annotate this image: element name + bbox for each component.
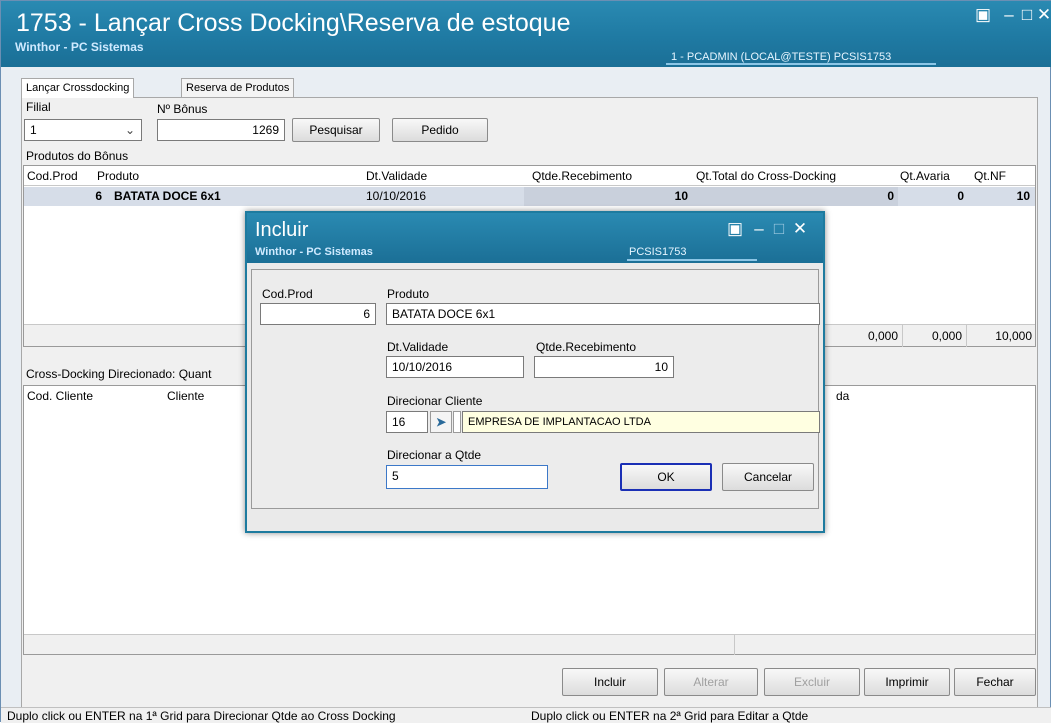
dialog-validade-label: Dt.Validade bbox=[387, 340, 449, 354]
user-info-underline bbox=[666, 63, 936, 65]
nf-sum: 10,000 bbox=[995, 329, 1032, 343]
pesquisar-button[interactable]: Pesquisar bbox=[292, 118, 380, 142]
total-cross-sum: 0,000 bbox=[867, 329, 898, 343]
dialog-cliente-label: Direcionar Cliente bbox=[387, 394, 483, 408]
filial-label: Filial bbox=[26, 100, 51, 114]
row-total-cross: 0 bbox=[887, 189, 894, 203]
row-avaria: 0 bbox=[957, 189, 964, 203]
dialog-produto-label: Produto bbox=[387, 287, 430, 301]
status-right: Duplo click ou ENTER na 2ª Grid para Edi… bbox=[531, 709, 809, 723]
restore-icon[interactable]: ▣ bbox=[723, 219, 747, 239]
close-icon[interactable]: ✕ bbox=[1032, 5, 1051, 25]
dialog-code: PCSIS1753 bbox=[629, 246, 687, 258]
lookup-icon[interactable]: ➤ bbox=[430, 411, 452, 433]
dialog-receb-field[interactable]: 10 bbox=[534, 356, 674, 378]
col-qtde-recebimento[interactable]: Qtde.Recebimento bbox=[532, 169, 632, 183]
table-row[interactable]: 6 BATATA DOCE 6x1 10/10/2016 10 0 0 10 bbox=[24, 187, 1035, 206]
dialog-cod-prod-field[interactable]: 6 bbox=[260, 303, 376, 325]
produtos-grid-label: Produtos do Bônus bbox=[26, 149, 129, 163]
dialog-validade-field[interactable]: 10/10/2016 bbox=[386, 356, 524, 378]
dialog-body: Cod.Prod 6 Produto BATATA DOCE 6x1 Dt.Va… bbox=[251, 269, 820, 509]
excluir-button[interactable]: Excluir bbox=[764, 668, 860, 696]
row-produto: BATATA DOCE 6x1 bbox=[114, 189, 221, 203]
title-bar: 1753 - Lançar Cross Docking\Reserva de e… bbox=[1, 1, 1051, 67]
pedido-button[interactable]: Pedido bbox=[392, 118, 488, 142]
row-nf: 10 bbox=[1016, 189, 1030, 203]
tab-lancar-crossdocking[interactable]: Lançar Crossdocking bbox=[21, 78, 135, 98]
avaria-sum: 0,000 bbox=[931, 329, 962, 343]
cliente-separator bbox=[453, 411, 461, 433]
tab-reserva-produtos[interactable]: Reserva de Produtos bbox=[181, 78, 295, 97]
col-cod-prod[interactable]: Cod.Prod bbox=[27, 169, 78, 183]
fechar-button[interactable]: Fechar bbox=[954, 668, 1036, 696]
ok-button[interactable]: OK bbox=[620, 463, 712, 491]
col-qt-total-cross[interactable]: Qt.Total do Cross-Docking bbox=[696, 169, 836, 183]
col-qt-nf[interactable]: Qt.NF bbox=[974, 169, 1006, 183]
cancelar-button[interactable]: Cancelar bbox=[722, 463, 814, 491]
dialog-title-bar: Incluir Winthor - PC Sistemas PCSIS1753 … bbox=[247, 213, 823, 263]
incluir-dialog: Incluir Winthor - PC Sistemas PCSIS1753 … bbox=[245, 211, 825, 533]
status-left: Duplo click ou ENTER na 1ª Grid para Dir… bbox=[7, 709, 396, 723]
col-produto[interactable]: Produto bbox=[97, 169, 139, 183]
col-qt-avaria[interactable]: Qt.Avaria bbox=[900, 169, 950, 183]
imprimir-button[interactable]: Imprimir bbox=[864, 668, 950, 696]
row-receb: 10 bbox=[674, 189, 688, 203]
dialog-receb-label: Qtde.Recebimento bbox=[536, 340, 637, 354]
dialog-code-underline bbox=[627, 259, 757, 261]
footer-separator bbox=[734, 635, 735, 655]
user-info: 1 - PCADMIN (LOCAL@TESTE) PCSIS1753 bbox=[671, 51, 892, 63]
col-dt-validade[interactable]: Dt.Validade bbox=[366, 169, 427, 183]
row-validade: 10/10/2016 bbox=[366, 189, 427, 203]
status-bar: Duplo click ou ENTER na 1ª Grid para Dir… bbox=[1, 707, 1051, 723]
dialog-produto-field[interactable]: BATATA DOCE 6x1 bbox=[386, 303, 820, 325]
dialog-cod-prod-label: Cod.Prod bbox=[262, 287, 313, 301]
col-cliente[interactable]: Cliente bbox=[167, 389, 204, 403]
cross-grid-label: Cross-Docking Direcionado: Quant bbox=[26, 367, 212, 381]
dialog-qtde-field[interactable]: 5 bbox=[386, 465, 548, 489]
alterar-button[interactable]: Alterar bbox=[664, 668, 758, 696]
footer-separator bbox=[902, 325, 903, 347]
bonus-label: Nº Bônus bbox=[157, 102, 208, 116]
window-title: 1753 - Lançar Cross Docking\Reserva de e… bbox=[16, 9, 571, 37]
row-cod: 6 bbox=[95, 189, 102, 203]
bonus-input[interactable]: 1269 bbox=[157, 119, 285, 141]
footer-separator bbox=[966, 325, 967, 347]
dialog-title: Incluir bbox=[255, 219, 309, 241]
restore-icon[interactable]: ▣ bbox=[971, 5, 995, 25]
window-subtitle: Winthor - PC Sistemas bbox=[15, 40, 144, 54]
filial-select[interactable]: 1 ⌄ bbox=[24, 119, 142, 141]
cross-grid-footer bbox=[24, 634, 1035, 655]
close-icon[interactable]: ✕ bbox=[788, 219, 812, 239]
filial-value: 1 bbox=[30, 123, 37, 137]
col-cod-cliente[interactable]: Cod. Cliente bbox=[27, 389, 93, 403]
dialog-subtitle: Winthor - PC Sistemas bbox=[255, 246, 373, 258]
col-qtde-direcionada[interactable]: da bbox=[836, 389, 849, 403]
chevron-down-icon: ⌄ bbox=[124, 123, 135, 137]
incluir-button[interactable]: Incluir bbox=[562, 668, 658, 696]
dialog-cliente-name-field: EMPRESA DE IMPLANTACAO LTDA bbox=[462, 411, 820, 433]
dialog-cliente-code-field[interactable]: 16 bbox=[386, 411, 428, 433]
dialog-qtde-label: Direcionar a Qtde bbox=[387, 448, 482, 462]
produtos-grid-header: Cod.Prod Produto Dt.Validade Qtde.Recebi… bbox=[24, 166, 1035, 186]
